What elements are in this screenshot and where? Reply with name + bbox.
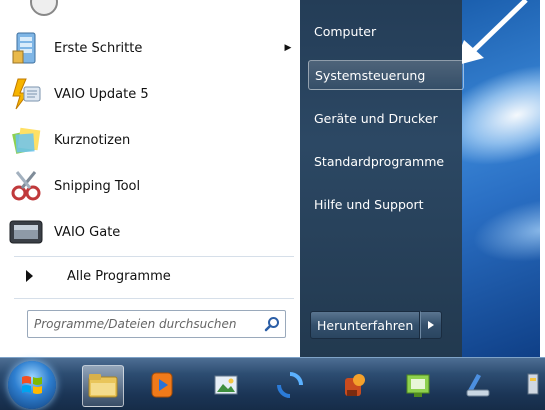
media-player-icon[interactable] [142, 365, 182, 405]
menu-separator [14, 298, 294, 299]
getting-started-icon [8, 30, 44, 66]
screen-edge [540, 0, 545, 357]
media-center-icon[interactable] [334, 365, 374, 405]
shutdown-options-button[interactable] [420, 311, 443, 339]
pointer-arrow-icon [462, 0, 528, 64]
place-item-control-panel[interactable]: Systemsteuerung [308, 60, 464, 90]
place-item-label: Hilfe und Support [314, 196, 424, 212]
expand-arrow-icon [26, 270, 33, 282]
presentation-icon[interactable] [398, 365, 438, 405]
place-item-label: Computer [314, 23, 377, 39]
shutdown-control: Herunterfahren [310, 311, 443, 339]
search-icon[interactable] [259, 316, 285, 332]
shutdown-label: Herunterfahren [317, 317, 414, 333]
start-orb-icon[interactable] [8, 361, 56, 409]
place-item-computer[interactable]: Computer [308, 16, 464, 46]
program-item-label: Kurznotizen [54, 132, 131, 148]
program-item-label: VAIO Gate [54, 224, 121, 240]
program-item-label: VAIO Update 5 [54, 86, 149, 102]
program-item-label: Erste Schritte [54, 40, 143, 56]
image-viewer-icon[interactable] [206, 365, 246, 405]
place-item-label: Systemsteuerung [315, 67, 426, 83]
shutdown-button[interactable]: Herunterfahren [310, 311, 421, 339]
program-item-vaio-update[interactable]: VAIO Update 5 [8, 74, 294, 114]
place-item-help-support[interactable]: Hilfe und Support [308, 189, 464, 219]
program-item-sticky-notes[interactable]: Kurznotizen [8, 120, 294, 160]
pinned-item-partial-icon [30, 0, 58, 16]
wallpaper-swoosh [467, 188, 545, 272]
program-item-label: Snipping Tool [54, 178, 141, 194]
submenu-arrow-icon: ▶ [284, 43, 292, 53]
chevron-right-icon [428, 321, 435, 329]
explorer-folder-icon[interactable] [82, 365, 124, 407]
vaio-gate-icon [8, 214, 44, 250]
start-menu-programs-pane: Erste Schritte ▶ VAIO Update 5 Kurznotiz… [0, 0, 301, 352]
all-programs-label: Alle Programme [67, 268, 171, 284]
desktop-wallpaper [462, 0, 545, 357]
scanner-icon[interactable] [458, 365, 498, 405]
start-search-box[interactable] [27, 310, 286, 338]
menu-separator [14, 256, 294, 257]
network-icon[interactable] [515, 365, 545, 405]
sticky-notes-icon [8, 122, 44, 158]
scissors-icon [8, 168, 44, 204]
sync-icon[interactable] [270, 365, 310, 405]
all-programs-button[interactable]: Alle Programme [16, 262, 294, 290]
place-item-default-programs[interactable]: Standardprogramme [308, 146, 464, 176]
place-item-label: Standardprogramme [314, 153, 445, 169]
program-item-vaio-gate[interactable]: VAIO Gate [8, 212, 294, 252]
start-menu-places-pane: Computer Systemsteuerung Geräte und Druc… [300, 0, 464, 357]
program-item-getting-started[interactable]: Erste Schritte ▶ [8, 28, 294, 68]
place-item-devices-printers[interactable]: Geräte und Drucker [308, 103, 464, 133]
vaio-update-icon [8, 76, 44, 112]
program-item-snipping-tool[interactable]: Snipping Tool [8, 166, 294, 206]
search-input[interactable] [28, 311, 259, 337]
place-item-label: Geräte und Drucker [314, 110, 438, 126]
